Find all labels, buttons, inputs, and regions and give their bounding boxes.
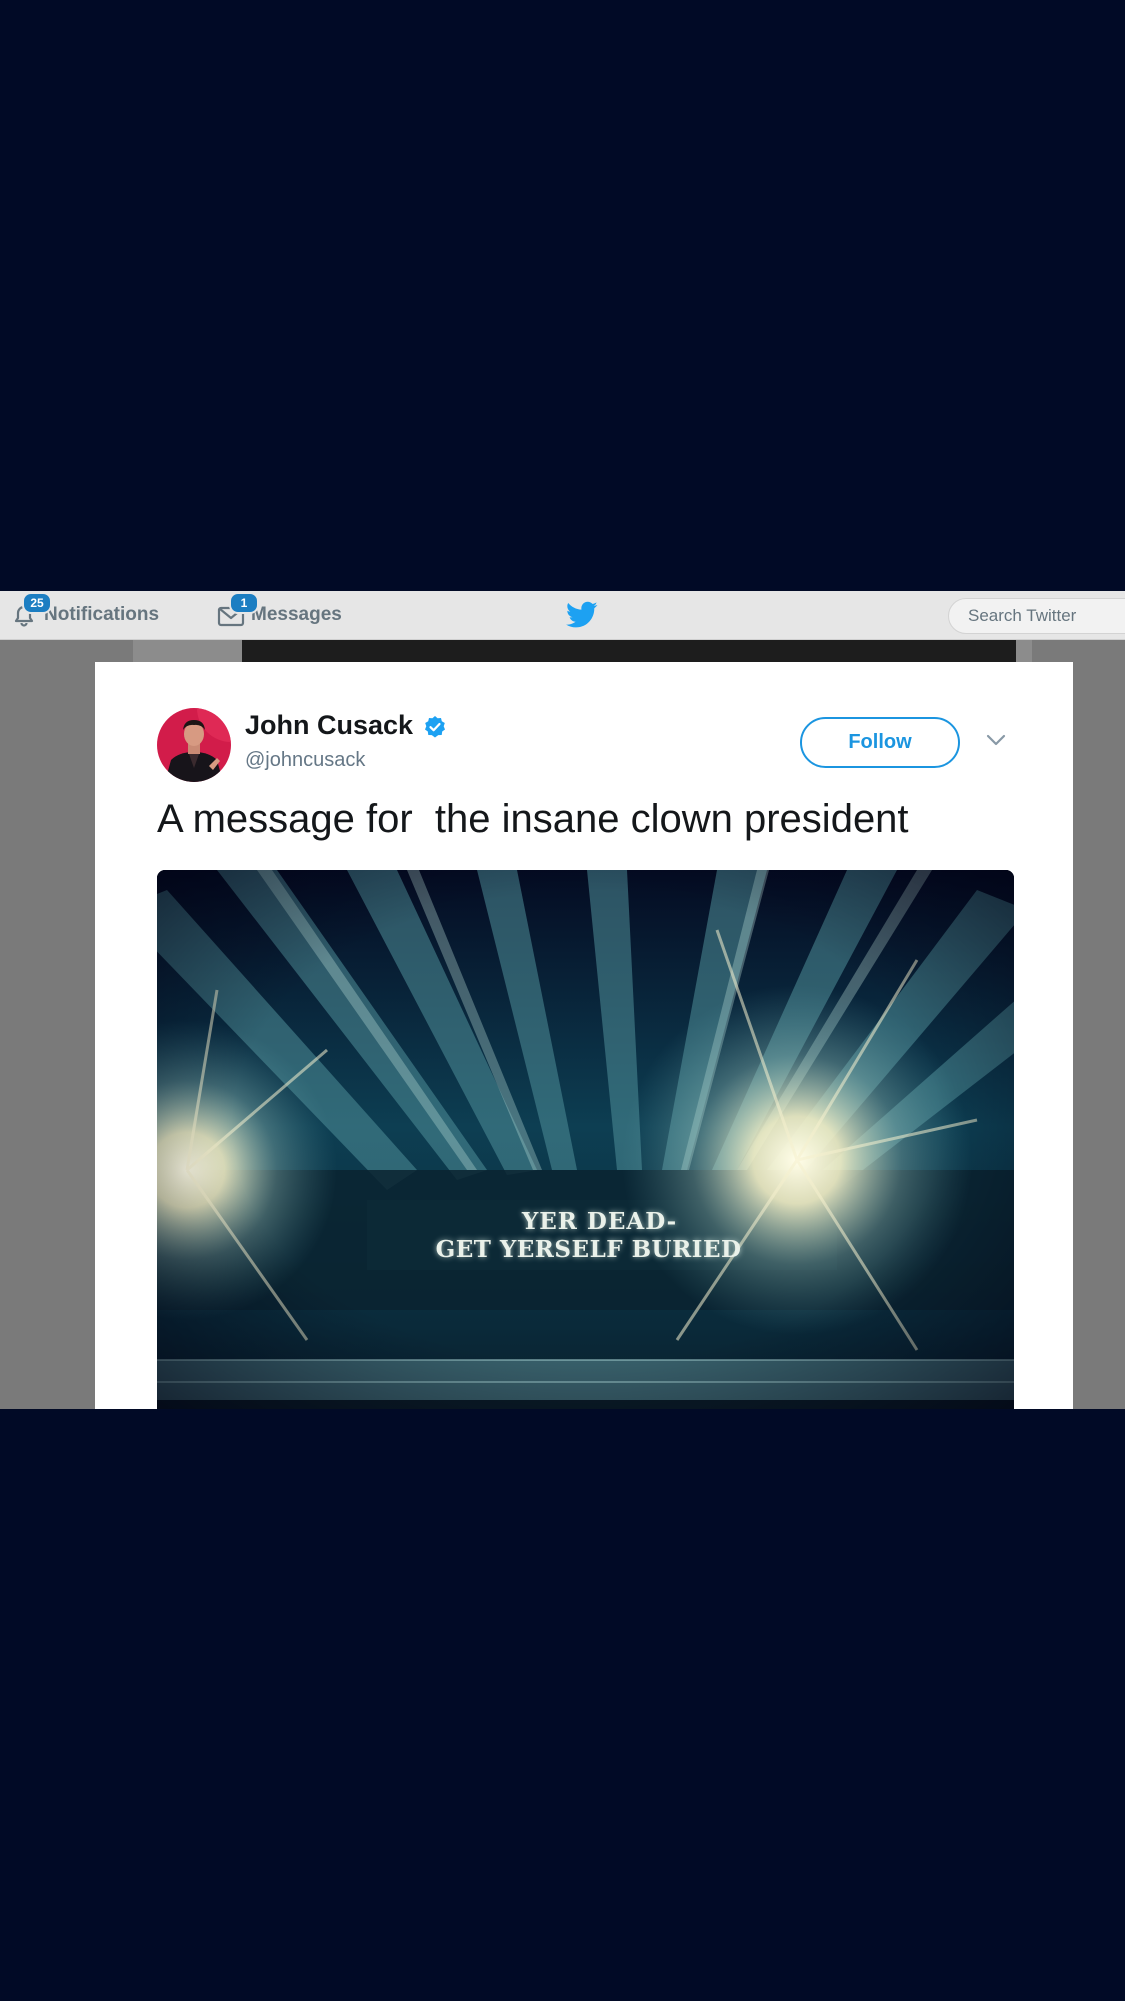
nav-messages-label: Messages xyxy=(251,604,342,625)
avatar[interactable] xyxy=(157,708,231,782)
bell-icon: 25 xyxy=(10,592,52,629)
user-display-name[interactable]: John Cusack xyxy=(245,710,413,741)
follow-button[interactable]: Follow xyxy=(800,717,960,768)
photo-text-line-2: GET YERSELF BURIED xyxy=(435,1236,742,1263)
chevron-down-icon[interactable] xyxy=(985,733,1007,747)
screenshot-frame: 25 Notifications 1 Messages Search Twitt… xyxy=(0,591,1125,1409)
verified-badge-icon xyxy=(423,715,447,739)
twitter-bird-icon[interactable] xyxy=(566,601,598,629)
envelope-icon: 1 xyxy=(217,592,259,629)
search-input[interactable] xyxy=(968,606,1125,626)
tweet-text: A message for the insane clown president xyxy=(157,797,909,841)
notifications-badge: 25 xyxy=(22,592,52,614)
top-navigation-bar: 25 Notifications 1 Messages xyxy=(0,591,1125,640)
tweet-photo[interactable]: YER DEAD- GET YERSELF BURIED xyxy=(157,870,1014,1409)
photo-text-line-1: YER DEAD- xyxy=(521,1208,678,1235)
nav-messages[interactable]: 1 Messages xyxy=(217,591,342,639)
search-box[interactable] xyxy=(948,598,1125,634)
nav-notifications[interactable]: 25 Notifications xyxy=(10,591,159,639)
nav-notifications-label: Notifications xyxy=(44,604,160,625)
background-media-strip xyxy=(242,639,1016,663)
user-handle[interactable]: @johncusack xyxy=(245,749,365,772)
tweet-card: John Cusack @johncusack Follow A message… xyxy=(95,662,1073,1409)
messages-badge: 1 xyxy=(229,592,259,614)
